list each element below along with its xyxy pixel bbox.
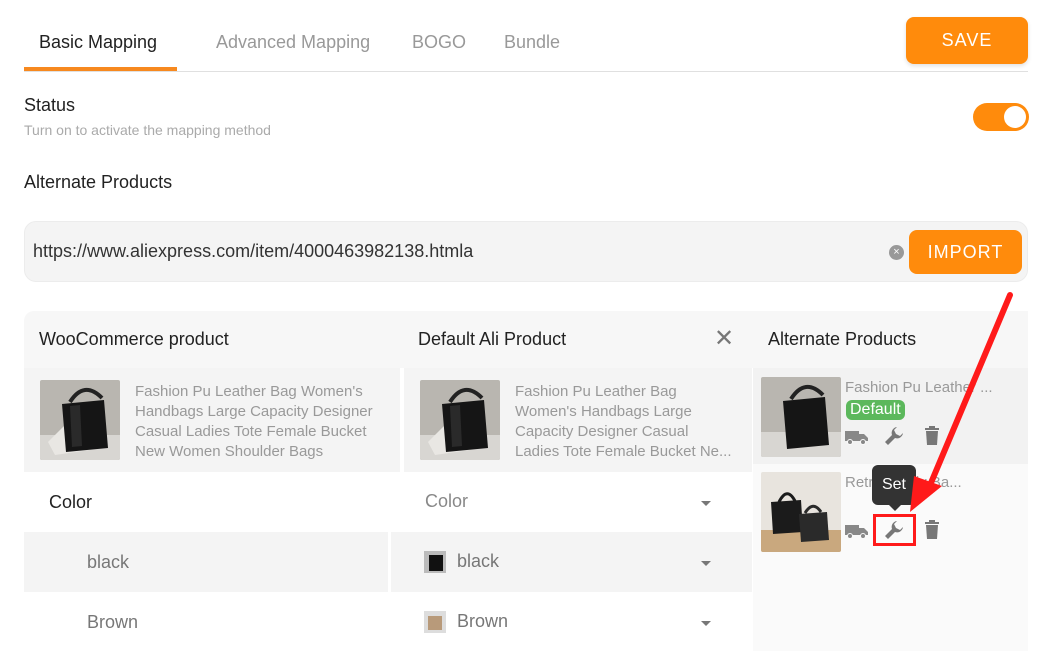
default-product-image [420, 380, 500, 460]
alt-product-image [761, 472, 841, 552]
woo-product-title-line: Fashion Pu Leather Bag Women's [135, 383, 363, 400]
header-woocommerce-product: WooCommerce product [39, 329, 229, 349]
woo-product-title-line: New Women Shoulder Bags [135, 443, 324, 460]
status-subtitle: Turn on to activate the mapping method [24, 122, 271, 138]
variant-name: Brown [87, 612, 139, 632]
truck-icon[interactable] [845, 522, 869, 542]
tab-basic-mapping[interactable]: Basic Mapping [39, 32, 157, 53]
tab-bogo[interactable]: BOGO [412, 32, 466, 53]
chevron-down-icon [701, 621, 711, 626]
tab-advanced-mapping[interactable]: Advanced Mapping [216, 32, 370, 53]
variant-select[interactable]: Brown [404, 598, 724, 646]
import-button[interactable]: IMPORT [909, 230, 1022, 274]
product-url-input[interactable] [33, 241, 873, 262]
url-import-bar: × IMPORT [24, 221, 1028, 282]
default-product-title-line: Capacity Designer Casual [515, 423, 689, 440]
truck-icon[interactable] [845, 428, 869, 448]
chevron-down-icon [701, 501, 711, 506]
variant-select[interactable]: black [404, 538, 724, 586]
table-header: WooCommerce product Default Ali Product … [24, 311, 1028, 368]
toggle-knob [1004, 106, 1026, 128]
alt-product-image [761, 377, 841, 457]
active-tab-indicator [24, 67, 177, 71]
attribute-name: Color [49, 492, 93, 512]
header-default-ali-product: Default Ali Product [418, 329, 567, 349]
save-button[interactable]: SAVE [906, 17, 1028, 64]
woo-product-title-line: Casual Ladies Tote Female Bucket [135, 423, 367, 440]
status-toggle[interactable] [973, 103, 1029, 131]
variant-swatch [424, 611, 446, 633]
status-title: Status [24, 95, 76, 115]
variant-select-value: Brown [457, 611, 509, 631]
tab-bundle[interactable]: Bundle [504, 32, 560, 53]
chevron-down-icon [701, 561, 711, 566]
woo-product-image [40, 380, 120, 460]
alternate-products-title: Alternate Products [24, 172, 173, 192]
variant-name: black [87, 552, 130, 572]
variant-select-value: black [457, 551, 500, 571]
variant-row-bg [24, 532, 388, 592]
close-icon[interactable]: ✕ [714, 327, 734, 351]
attribute-select-value: Color [425, 491, 469, 511]
attribute-select[interactable]: Color [404, 478, 724, 526]
default-product-title-line: Fashion Pu Leather Bag [515, 383, 677, 400]
annotation-arrow [910, 292, 1013, 512]
default-product-title-line: Ladies Tote Female Bucket Ne... [515, 443, 732, 460]
variant-swatch [424, 551, 446, 573]
clear-icon[interactable]: × [889, 245, 904, 260]
woo-product-title-line: Handbags Large Capacity Designer [135, 403, 373, 420]
default-product-title-line: Women's Handbags Large [515, 403, 692, 420]
tab-bar: Basic Mapping Advanced Mapping BOGO Bund… [24, 0, 1028, 72]
